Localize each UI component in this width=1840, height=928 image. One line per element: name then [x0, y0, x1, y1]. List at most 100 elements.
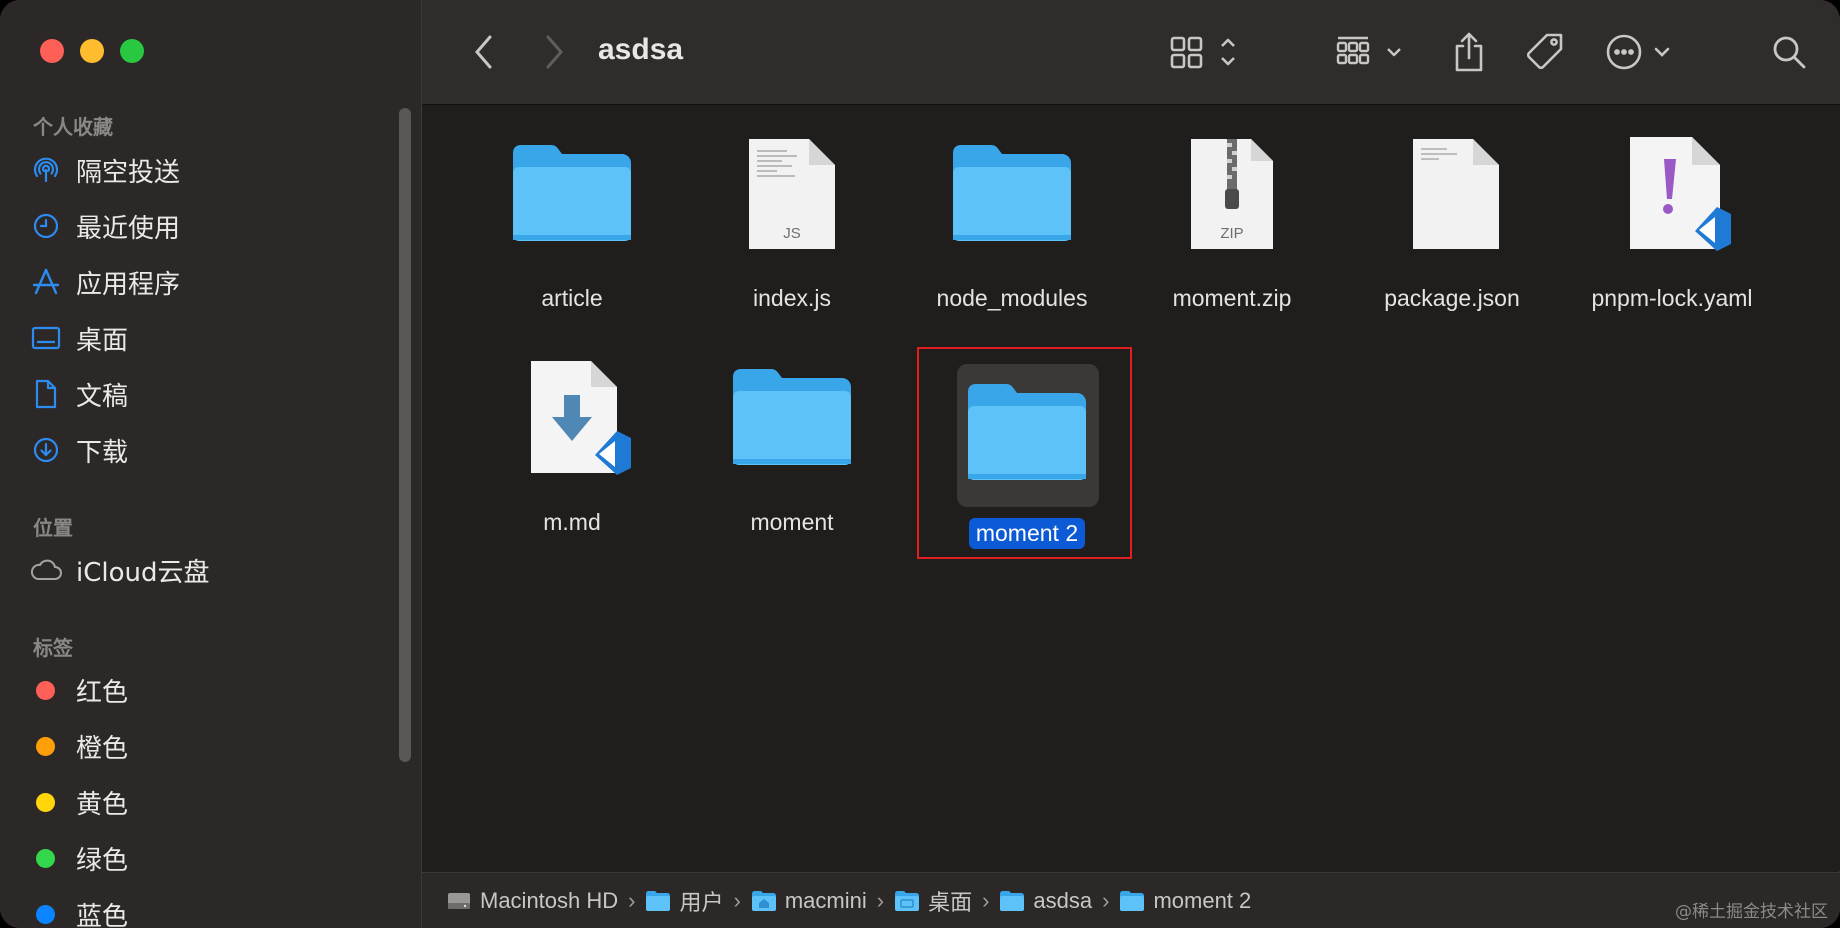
tags-button[interactable]	[1520, 30, 1570, 74]
tag-icon	[1526, 33, 1563, 70]
sidebar-item-icloud[interactable]: iCloud云盘	[30, 550, 390, 590]
file-name: article	[541, 285, 603, 311]
path-item-label: moment 2	[1153, 887, 1252, 913]
sidebar-tag-blue[interactable]: 蓝色	[30, 894, 390, 928]
home-folder-icon	[751, 890, 776, 911]
path-separator-icon: ›	[628, 887, 636, 913]
path-item-moment-2[interactable]: moment 2	[1119, 888, 1251, 914]
yellow-tag-dot-icon	[36, 792, 55, 812]
path-item-label: macmini	[784, 887, 867, 913]
markdown-file-icon	[531, 361, 631, 475]
sidebar-tag-orange[interactable]: 橙色	[30, 726, 390, 766]
sidebar-item-label: 绿色	[76, 845, 129, 876]
back-button[interactable]	[464, 30, 504, 74]
path-bar: Macintosh HD › 用户 › macmini › 桌面 › asdsa…	[422, 872, 1840, 928]
file-item-m-md[interactable]: m.md	[467, 359, 677, 538]
file-name: pnpm-lock.yaml	[1591, 285, 1753, 311]
javascript-file-icon	[749, 139, 835, 249]
search-icon	[1773, 36, 1806, 69]
more-actions-button[interactable]	[1604, 30, 1684, 74]
folder-icon	[513, 145, 631, 241]
yaml-file-icon	[1630, 137, 1731, 251]
orange-tag-dot-icon	[36, 736, 55, 756]
file-name: index.js	[753, 285, 831, 311]
file-item-moment-zip[interactable]: ZIP moment.zip	[1127, 135, 1337, 314]
sidebar-item-label: 下载	[76, 437, 129, 468]
applications-icon	[30, 266, 62, 298]
path-item-desktop[interactable]: 桌面	[894, 885, 972, 917]
download-icon	[30, 434, 62, 466]
sidebar-item-recents[interactable]: 最近使用	[30, 206, 390, 246]
path-item-macintosh-hd[interactable]: Macintosh HD	[446, 888, 618, 914]
sidebar-item-desktop[interactable]: 桌面	[30, 318, 390, 358]
path-item-macmini[interactable]: macmini	[751, 888, 867, 914]
watermark: @稀土掘金技术社区	[1675, 902, 1828, 922]
group-button[interactable]	[1332, 30, 1412, 74]
document-icon	[30, 378, 62, 410]
sidebar-section-tags: 标签	[33, 638, 73, 660]
path-item-label: asdsa	[1033, 887, 1093, 913]
share-button[interactable]	[1444, 30, 1494, 74]
icon-grid-icon	[1170, 36, 1235, 69]
sidebar-tag-yellow[interactable]: 黄色	[30, 782, 390, 822]
minimize-button[interactable]	[80, 39, 104, 63]
forward-button[interactable]	[534, 30, 574, 74]
sidebar-item-applications[interactable]: 应用程序	[30, 262, 390, 302]
sidebar-item-label: 应用程序	[76, 269, 181, 300]
green-tag-dot-icon	[36, 848, 55, 868]
sidebar-tag-red[interactable]: 红色	[30, 670, 390, 710]
cloud-icon	[30, 554, 62, 586]
sidebar-item-label: iCloud云盘	[76, 557, 210, 588]
chevron-right-icon	[546, 35, 563, 69]
file-item-node-modules[interactable]: node_modules	[907, 135, 1117, 314]
file-item-article[interactable]: article	[467, 135, 677, 314]
sidebar-item-airdrop[interactable]: 隔空投送	[30, 150, 390, 190]
sidebar-section-favorites: 个人收藏	[33, 117, 113, 139]
file-name: moment.zip	[1172, 285, 1292, 311]
zoom-button[interactable]	[120, 39, 144, 63]
sidebar-item-downloads[interactable]: 下载	[30, 430, 390, 470]
chevron-left-icon	[475, 35, 492, 69]
view-mode-button[interactable]	[1168, 30, 1248, 74]
sidebar-item-label: 文稿	[76, 381, 129, 412]
file-name: moment	[750, 509, 834, 535]
zip-archive-icon	[1191, 139, 1273, 249]
file-item-pnpm-lock-yaml[interactable]: pnpm-lock.yaml	[1567, 135, 1777, 314]
folder-icon	[1000, 890, 1025, 911]
file-type-badge: JS	[783, 225, 801, 242]
path-item-label: 桌面	[928, 889, 973, 915]
folder-icon	[895, 890, 920, 911]
sidebar-item-label: 隔空投送	[76, 157, 181, 188]
toolbar: asdsa	[422, 0, 1840, 105]
sidebar-scrollbar[interactable]	[399, 108, 411, 762]
file-name: m.md	[543, 509, 601, 535]
path-separator-icon: ›	[1102, 887, 1110, 913]
file-item-moment[interactable]: moment	[687, 359, 897, 538]
path-separator-icon: ›	[982, 887, 990, 913]
finder-window: 个人收藏 隔空投送 最近使用 应用程序 桌面 文稿 下载 位置 iCloud云盘…	[0, 0, 1840, 928]
path-item-users[interactable]: 用户	[645, 885, 724, 917]
blue-tag-dot-icon	[36, 904, 55, 924]
file-item-index-js[interactable]: JS index.js	[687, 135, 897, 314]
sidebar-item-label: 红色	[76, 677, 129, 708]
share-icon	[1455, 32, 1483, 72]
window-title: asdsa	[598, 33, 684, 66]
file-item-package-json[interactable]: package.json	[1347, 135, 1557, 314]
path-separator-icon: ›	[733, 887, 741, 913]
search-button[interactable]	[1764, 30, 1814, 74]
sidebar-tag-green[interactable]: 绿色	[30, 838, 390, 878]
path-item-asdsa[interactable]: asdsa	[999, 888, 1092, 914]
json-file-icon	[1413, 139, 1499, 249]
close-button[interactable]	[40, 39, 64, 63]
sidebar-item-label: 桌面	[76, 325, 129, 356]
red-tag-dot-icon	[36, 680, 55, 700]
folder-icon	[953, 145, 1071, 241]
sidebar-item-label: 蓝色	[76, 901, 129, 928]
path-separator-icon: ›	[876, 887, 885, 913]
path-item-label: Macintosh HD	[480, 887, 619, 913]
group-grid-icon	[1336, 36, 1401, 65]
sidebar-section-locations: 位置	[33, 518, 73, 540]
window-controls	[40, 39, 144, 63]
sidebar-item-documents[interactable]: 文稿	[30, 374, 390, 414]
hard-drive-icon	[448, 892, 470, 909]
